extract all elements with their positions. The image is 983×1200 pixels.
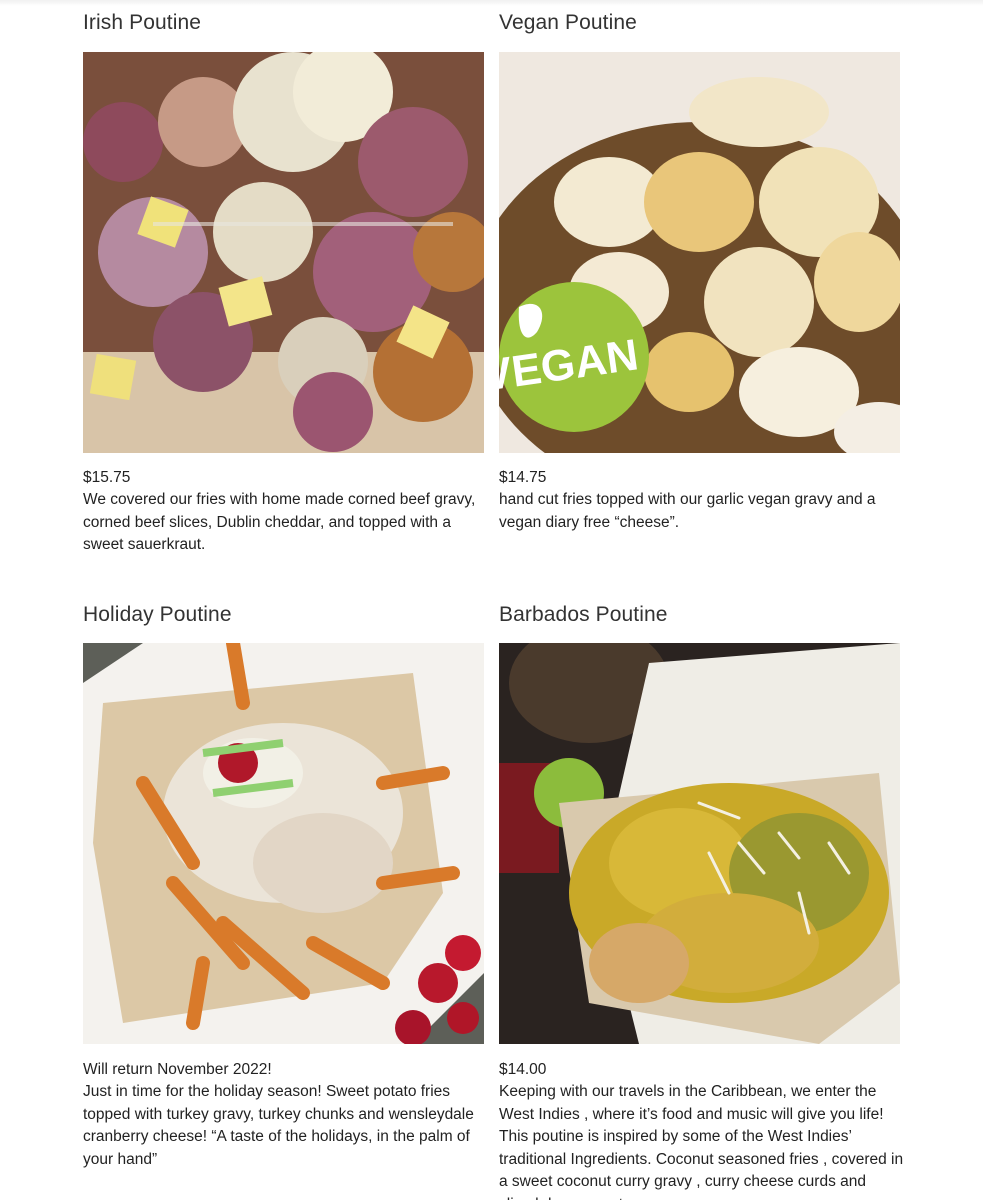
item-description: We covered our fries with home made corn…	[83, 491, 476, 553]
irish-poutine-photo	[83, 52, 484, 453]
item-title: Holiday Poutine	[83, 603, 232, 626]
item-description: Just in time for the holiday season! Swe…	[83, 1083, 474, 1168]
item-price: $14.00	[499, 1061, 547, 1078]
vegan-poutine-photo: VEGAN	[499, 52, 900, 453]
item-title: Irish Poutine	[83, 11, 202, 34]
item-title: Barbados Poutine	[499, 603, 668, 626]
menu-item-irish-poutine: Irish Poutine	[83, 10, 484, 36]
header-shadow	[0, 0, 983, 6]
menu-item-holiday-poutine: Holiday Poutine	[83, 602, 484, 628]
item-description: Keeping with our travels in the Caribbea…	[499, 1083, 904, 1200]
item-price: $15.75	[83, 469, 131, 486]
item-description: hand cut fries topped with our garlic ve…	[499, 491, 876, 531]
menu-item-vegan-poutine: Vegan Poutine	[499, 10, 900, 36]
item-price: $14.75	[499, 469, 547, 486]
item-title: Vegan Poutine	[499, 11, 637, 34]
menu-item-barbados-poutine: Barbados Poutine	[499, 602, 900, 628]
barbados-poutine-photo	[499, 643, 900, 1044]
holiday-poutine-photo	[83, 643, 484, 1044]
item-availability: Will return November 2022!	[83, 1061, 272, 1078]
